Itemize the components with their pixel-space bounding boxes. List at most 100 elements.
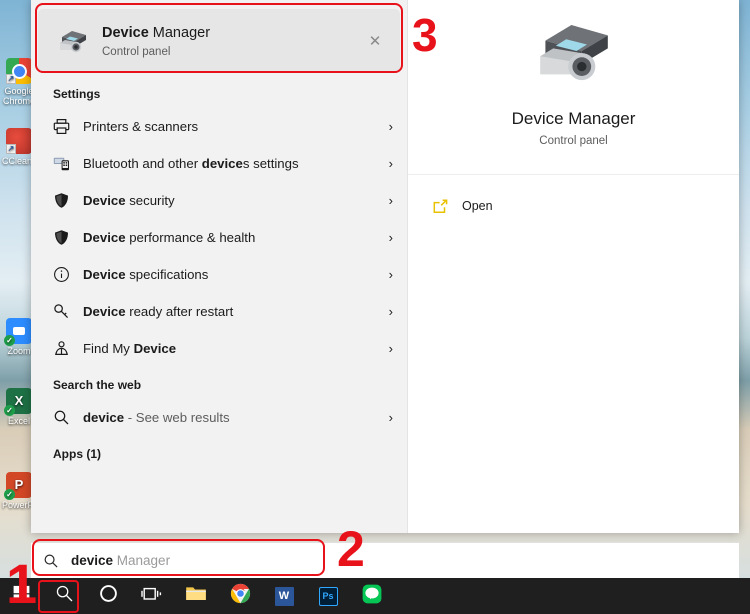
result-item-web-search-device[interactable]: device - See web results › xyxy=(31,399,407,436)
shield-icon xyxy=(53,229,81,246)
best-match-subtitle: Control panel xyxy=(102,46,362,58)
excel-glyph: X xyxy=(15,396,24,406)
result-item-label: device - See web results xyxy=(81,410,377,425)
line-button[interactable] xyxy=(350,578,394,614)
powerpoint-glyph: P xyxy=(15,480,24,490)
sync-check-icon: ✓ xyxy=(4,489,15,500)
section-header-search-the-web: Search the web xyxy=(31,367,407,399)
chevron-right-icon: › xyxy=(377,267,393,282)
result-item-find-my-device[interactable]: Find My Device › xyxy=(31,330,407,367)
word-button[interactable]: W xyxy=(262,578,306,614)
taskbar: W Ps xyxy=(0,578,750,614)
result-item-label: Find My Device xyxy=(81,341,377,356)
shortcut-arrow-icon: ↗ xyxy=(6,144,16,154)
preview-subtitle: Control panel xyxy=(539,135,607,147)
section-header-settings: Settings xyxy=(31,73,407,108)
search-suggestion-text: Manager xyxy=(113,553,170,568)
chevron-right-icon: › xyxy=(377,119,393,134)
key-icon xyxy=(53,303,81,320)
result-item-label: Device performance & health xyxy=(81,230,377,245)
shortcut-arrow-icon: ↗ xyxy=(6,74,16,84)
result-item-label: Device ready after restart xyxy=(81,304,377,319)
task-view-icon xyxy=(141,585,163,608)
cortana-button[interactable] xyxy=(86,578,130,614)
label-post: - See web results xyxy=(124,410,230,425)
search-flyout-panel: Device Manager Control panel ✕ Settings … xyxy=(31,0,739,533)
search-icon xyxy=(53,409,81,426)
label-match: Device xyxy=(83,304,126,319)
cortana-circle-icon xyxy=(99,584,118,608)
photoshop-icon: Ps xyxy=(319,587,338,606)
chevron-right-icon: › xyxy=(377,304,393,319)
label-pre: Find My xyxy=(83,341,134,356)
label-match: Device xyxy=(83,230,126,245)
bluetooth-devices-icon xyxy=(53,155,81,172)
device-manager-icon xyxy=(52,26,94,56)
search-icon xyxy=(31,553,71,569)
chevron-right-icon: › xyxy=(377,410,393,425)
info-circle-icon xyxy=(53,266,81,283)
label-post: performance & health xyxy=(126,230,256,245)
result-preview-pane: Device Manager Control panel Open xyxy=(408,0,739,533)
folder-icon xyxy=(185,584,207,608)
label-match: Device xyxy=(134,341,177,356)
result-item-label: Device specifications xyxy=(81,267,377,282)
word-icon: W xyxy=(275,587,294,606)
chrome-button[interactable] xyxy=(218,578,262,614)
preview-header: Device Manager Control panel xyxy=(408,0,739,175)
excel-icon: X ✓ xyxy=(6,388,32,414)
result-item-printers-and-scanners[interactable]: Printers & scanners › xyxy=(31,108,407,145)
label-pre: Bluetooth and other xyxy=(83,156,202,171)
best-match-title-rest: Manager xyxy=(149,25,210,41)
task-view-button[interactable] xyxy=(130,578,174,614)
chevron-right-icon: › xyxy=(377,156,393,171)
start-button[interactable] xyxy=(0,578,42,614)
find-my-device-icon xyxy=(53,340,81,357)
device-manager-icon xyxy=(529,12,619,95)
result-item-device-performance-and-health[interactable]: Device performance & health › xyxy=(31,219,407,256)
file-explorer-button[interactable] xyxy=(174,578,218,614)
line-icon xyxy=(362,584,382,609)
powerpoint-icon: P ✓ xyxy=(6,472,32,498)
result-item-label: Printers & scanners xyxy=(81,119,377,134)
preview-action-label: Open xyxy=(462,199,493,213)
best-match-text: Device Manager Control panel xyxy=(94,24,362,58)
photoshop-button[interactable]: Ps xyxy=(306,578,350,614)
search-icon xyxy=(55,584,74,608)
printer-icon xyxy=(53,118,81,135)
chrome-icon: ↗ xyxy=(6,58,32,84)
desktop-screen: ↗ Google Chrome ↗ CCleaner ✓ Zoom X ✓ Ex… xyxy=(0,0,750,614)
close-icon[interactable]: ✕ xyxy=(362,28,388,54)
best-match-result-row[interactable]: Device Manager Control panel ✕ xyxy=(38,9,400,73)
chevron-right-icon: › xyxy=(377,230,393,245)
search-input-field[interactable]: device Manager xyxy=(31,542,739,578)
sync-check-icon: ✓ xyxy=(4,335,15,346)
zoom-icon: ✓ xyxy=(6,318,32,344)
taskbar-search-button[interactable] xyxy=(42,578,86,614)
best-match-title: Device Manager xyxy=(102,24,362,42)
result-item-bluetooth-and-other-devices-settings[interactable]: Bluetooth and other devices settings › xyxy=(31,145,407,182)
result-item-device-specifications[interactable]: Device specifications › xyxy=(31,256,407,293)
label-post: s settings xyxy=(243,156,299,171)
section-header-apps: Apps (1) xyxy=(31,436,407,468)
result-item-label: Bluetooth and other devices settings xyxy=(81,156,377,171)
sync-check-icon: ✓ xyxy=(4,405,15,416)
label-match: Device xyxy=(83,193,126,208)
word-glyph: W xyxy=(279,590,289,602)
preview-title: Device Manager xyxy=(512,109,636,129)
label-post: specifications xyxy=(126,267,209,282)
label-match: Device xyxy=(83,267,126,282)
preview-action-open[interactable]: Open xyxy=(408,189,739,223)
photoshop-glyph: Ps xyxy=(322,591,333,601)
search-input-text: device Manager xyxy=(71,553,170,568)
chrome-icon xyxy=(230,583,251,609)
best-match-title-bold: Device xyxy=(102,25,149,41)
windows-logo-icon xyxy=(13,585,30,607)
open-window-icon xyxy=(432,198,462,215)
label-post: ready after restart xyxy=(126,304,234,319)
result-item-device-security[interactable]: Device security › xyxy=(31,182,407,219)
result-item-device-ready-after-restart[interactable]: Device ready after restart › xyxy=(31,293,407,330)
label-post: security xyxy=(126,193,175,208)
chevron-right-icon: › xyxy=(377,341,393,356)
result-item-label: Device security xyxy=(81,193,377,208)
